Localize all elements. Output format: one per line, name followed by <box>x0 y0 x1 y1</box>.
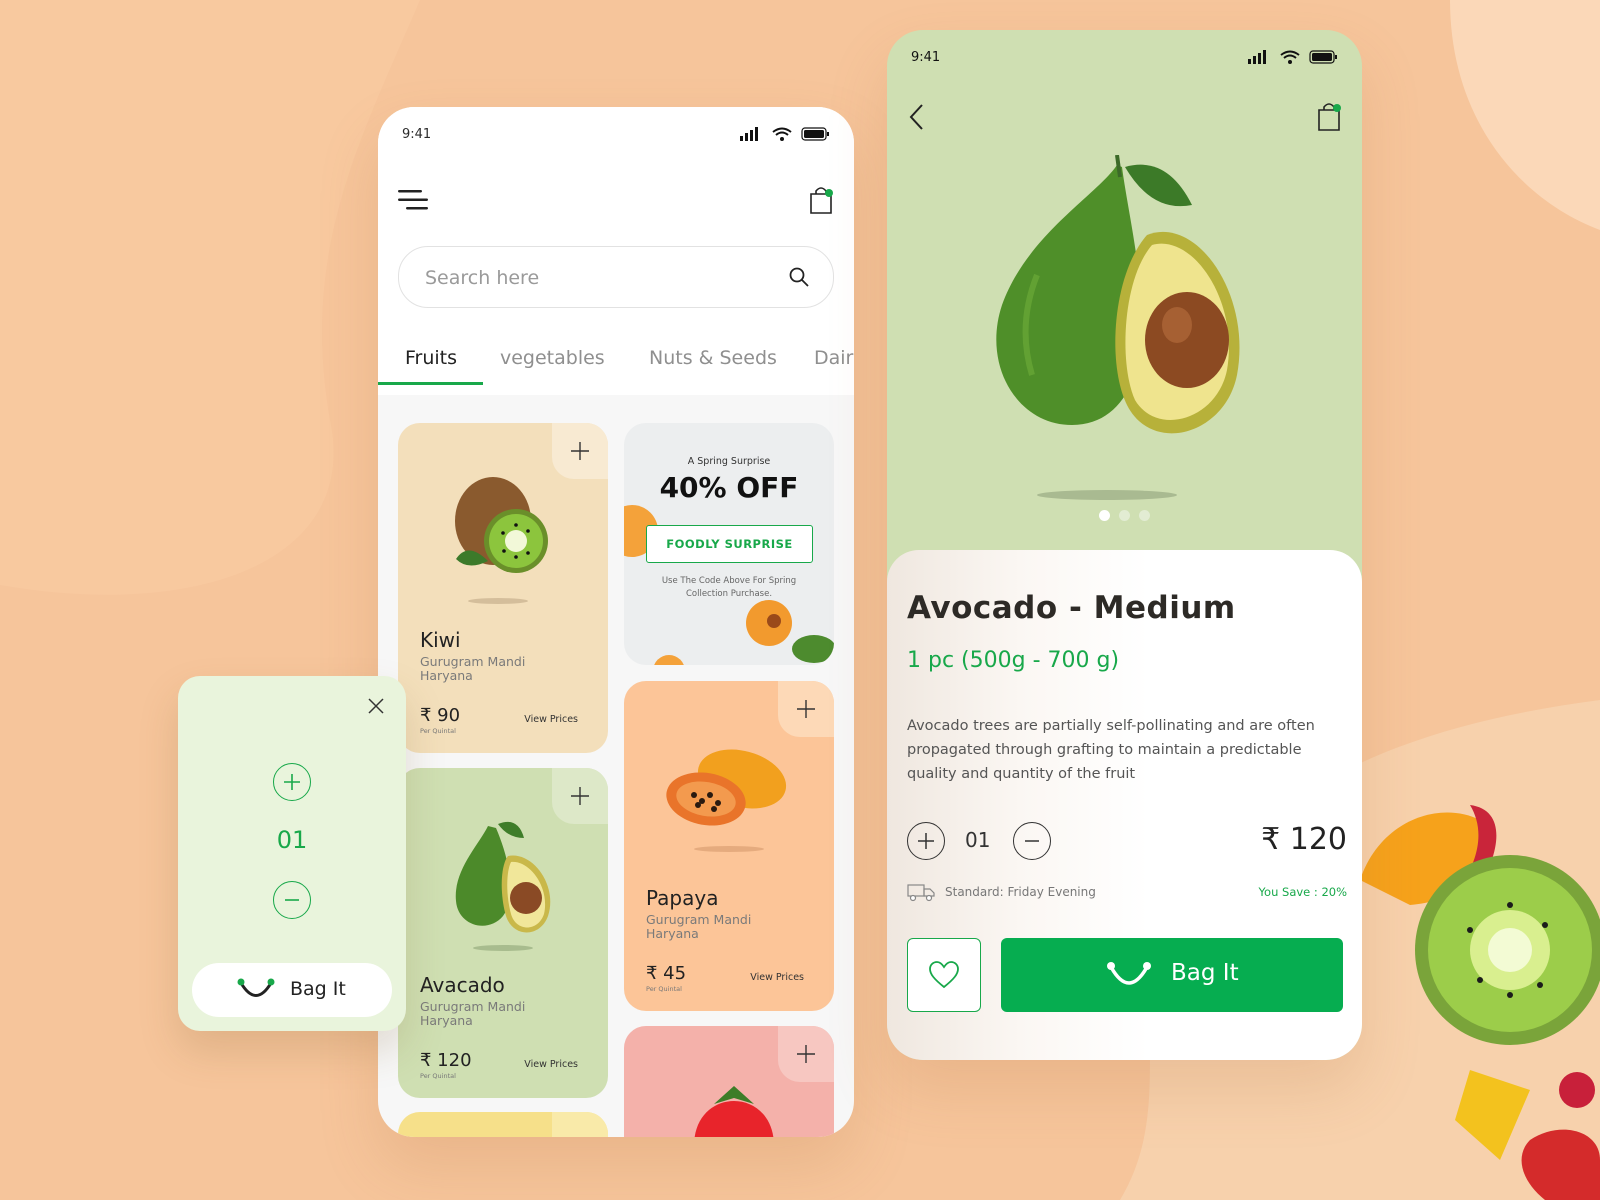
carousel-dot[interactable] <box>1119 510 1130 521</box>
plus-icon <box>284 774 300 790</box>
carousel-dot[interactable] <box>1099 510 1110 521</box>
view-prices-link[interactable]: View Prices <box>524 714 578 725</box>
product-list-screen: 9:41 Search here Fruits vegetables Nuts … <box>378 107 854 1137</box>
promo-note: Use The Code Above For Spring Collection… <box>661 576 797 599</box>
close-icon[interactable] <box>368 698 384 714</box>
tab-nuts-seeds[interactable]: Nuts & Seeds <box>649 347 777 369</box>
quantity-popup: 01 Bag It <box>178 676 406 1031</box>
product-info-sheet: Avocado - Medium 1 pc (500g - 700 g) Avo… <box>887 550 1362 1060</box>
kiwi-slice-decoration <box>1415 855 1600 1045</box>
price-unit: Per Quintal <box>420 1072 456 1080</box>
search-bar[interactable] <box>398 246 834 309</box>
view-prices-link[interactable]: View Prices <box>524 1059 578 1070</box>
product-name: Avacado <box>420 973 505 997</box>
shopping-bag-icon[interactable] <box>808 185 834 215</box>
product-card-partial[interactable] <box>398 1112 608 1137</box>
status-time: 9:41 <box>911 50 941 65</box>
status-bar: 9:41 <box>402 127 830 147</box>
minus-icon <box>285 899 299 901</box>
favorite-button[interactable] <box>907 938 981 1012</box>
increase-quantity-button[interactable] <box>273 763 311 801</box>
plus-icon <box>918 833 934 849</box>
product-name: Papaya <box>646 886 719 910</box>
category-tabs: Fruits vegetables Nuts & Seeds Dairy <box>378 337 854 395</box>
bag-it-button[interactable]: Bag It <box>192 963 392 1017</box>
savings-text: You Save : 20% <box>1258 885 1347 899</box>
tab-vegetables[interactable]: vegetables <box>500 347 605 369</box>
menu-icon[interactable] <box>398 189 428 211</box>
product-name: Kiwi <box>420 628 461 652</box>
add-to-cart-button[interactable] <box>552 768 608 824</box>
status-time: 9:41 <box>402 127 432 142</box>
search-icon[interactable] <box>789 267 809 287</box>
bag-smile-icon <box>1107 962 1151 985</box>
add-to-cart-button[interactable] <box>552 423 608 479</box>
strawberry-image <box>694 1086 774 1137</box>
plus-icon <box>571 442 589 460</box>
bag-it-button[interactable]: Bag It <box>1001 938 1343 1012</box>
product-location: Gurugram Mandi Haryana <box>646 912 752 941</box>
decrease-quantity-button[interactable] <box>1013 822 1051 860</box>
shopping-bag-icon[interactable] <box>1316 100 1342 132</box>
tab-dairy[interactable]: Dairy <box>814 347 854 369</box>
carousel-dots <box>1099 510 1169 522</box>
status-icons <box>1248 50 1337 64</box>
quantity-value: 01 <box>965 828 991 852</box>
product-weight: 1 pc (500g - 700 g) <box>907 648 1120 673</box>
back-arrow-icon[interactable] <box>907 102 925 132</box>
product-location: Gurugram Mandi Haryana <box>420 654 526 683</box>
status-bar: 9:41 <box>911 50 1338 70</box>
plus-icon <box>797 700 815 718</box>
increase-quantity-button[interactable] <box>907 822 945 860</box>
price-unit: Per Quintal <box>420 727 456 735</box>
promo-code[interactable]: FOODLY SURPRISE <box>646 525 813 563</box>
product-card-strawberry[interactable] <box>624 1026 834 1137</box>
view-prices-link[interactable]: View Prices <box>750 972 804 983</box>
product-price: ₹ 120 <box>1261 822 1347 857</box>
product-card-papaya[interactable]: Papaya Gurugram Mandi Haryana ₹ 45 Per Q… <box>624 681 834 1011</box>
avocado-image <box>455 821 551 951</box>
product-detail-screen: 9:41 Avocado - Medium 1 pc (500g - 700 g… <box>887 30 1362 1060</box>
bag-smile-icon <box>237 978 275 997</box>
promo-kicker: A Spring Surprise <box>687 456 771 467</box>
promo-banner[interactable]: A Spring Surprise 40% OFF FOODLY SURPRIS… <box>624 423 834 665</box>
add-to-cart-button[interactable] <box>778 1026 834 1082</box>
product-card-kiwi[interactable]: Kiwi Gurugram Mandi Haryana ₹ 90 Per Qui… <box>398 423 608 753</box>
bag-it-label: Bag It <box>1171 960 1239 986</box>
delivery-truck-icon <box>907 884 935 902</box>
plus-icon <box>571 787 589 805</box>
status-icons <box>740 127 829 141</box>
shipping-row: Standard: Friday Evening You Save : 20% <box>907 882 1347 902</box>
add-to-cart-button[interactable] <box>552 1112 608 1137</box>
avocado-hero-image <box>996 155 1240 500</box>
search-input[interactable] <box>423 247 767 309</box>
quantity-row: 01 ₹ 120 <box>907 822 1347 860</box>
product-card-avocado[interactable]: Avacado Gurugram Mandi Haryana ₹ 120 Per… <box>398 768 608 1098</box>
quantity-value: 01 <box>276 826 308 854</box>
active-tab-indicator <box>378 382 483 385</box>
papaya-image <box>666 749 787 852</box>
berry-decoration <box>1559 1072 1595 1108</box>
minus-icon <box>1025 840 1039 842</box>
promo-headline: 40% OFF <box>659 471 799 504</box>
bag-it-label: Bag It <box>290 978 346 1000</box>
plus-icon <box>797 1045 815 1063</box>
carousel-dot[interactable] <box>1139 510 1150 521</box>
decrease-quantity-button[interactable] <box>273 881 311 919</box>
product-price: ₹ 90 <box>420 705 461 726</box>
price-unit: Per Quintal <box>646 985 682 993</box>
shipping-text: Standard: Friday Evening <box>945 885 1096 899</box>
product-price: ₹ 120 <box>420 1050 472 1071</box>
product-price: ₹ 45 <box>646 963 687 984</box>
product-description: Avocado trees are partially self-pollina… <box>907 718 1315 782</box>
product-title: Avocado - Medium <box>907 590 1236 626</box>
kiwi-image <box>455 477 548 604</box>
tab-fruits[interactable]: Fruits <box>405 347 457 369</box>
heart-icon <box>929 961 959 989</box>
product-location: Gurugram Mandi Haryana <box>420 999 526 1028</box>
